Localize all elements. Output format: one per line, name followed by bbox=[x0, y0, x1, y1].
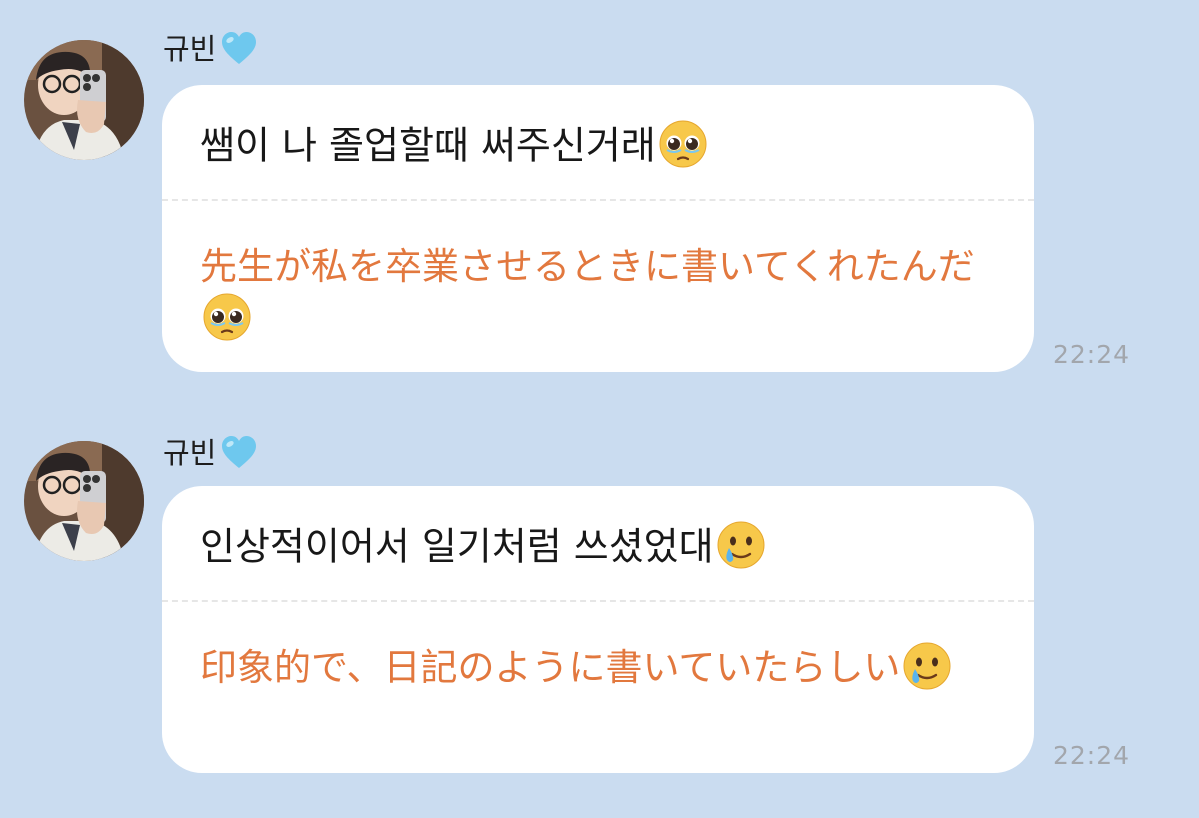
message-bubble[interactable]: 쌤이 나 졸업할때 써주신거래 先生が私を卒業させるときに書いてくれたんだ bbox=[162, 85, 1034, 372]
message-text: 인상적이어서 일기처럼 쓰셨었대 bbox=[200, 521, 766, 574]
avatar[interactable] bbox=[24, 40, 144, 160]
message-time: 22:24 bbox=[1053, 340, 1131, 369]
translation-text-content: 印象的で、日記のように書いていたらしい bbox=[200, 646, 901, 689]
message-time: 22:24 bbox=[1053, 741, 1131, 770]
message-text-content: 쌤이 나 졸업할때 써주신거래 bbox=[200, 123, 656, 168]
translation-text-content: 先生が私を卒業させるときに書いてくれたんだ bbox=[200, 245, 975, 288]
sender-name: 규빈 bbox=[163, 435, 217, 470]
message-bubble[interactable]: 인상적이어서 일기처럼 쓰셨었대 印象的で、日記のように書いていたらしい bbox=[162, 486, 1034, 773]
smiling-face-with-tear-icon bbox=[902, 641, 952, 691]
pleading-face-icon bbox=[202, 292, 252, 342]
message-text-content: 인상적이어서 일기처럼 쓰셨었대 bbox=[200, 524, 714, 569]
message-text: 쌤이 나 졸업할때 써주신거래 bbox=[200, 120, 708, 173]
smiling-face-with-tear-icon bbox=[716, 520, 766, 570]
light-blue-heart-icon bbox=[220, 30, 258, 68]
sender: 규빈 bbox=[163, 27, 258, 71]
light-blue-heart-icon bbox=[220, 434, 258, 472]
sender-name: 규빈 bbox=[163, 31, 217, 66]
avatar[interactable] bbox=[24, 441, 144, 561]
translation-text: 先生が私を卒業させるときに書いてくれたんだ bbox=[200, 241, 1000, 346]
translation-text: 印象的で、日記のように書いていたらしい bbox=[200, 642, 1000, 695]
divider bbox=[162, 600, 1034, 602]
divider bbox=[162, 199, 1034, 201]
sender: 규빈 bbox=[163, 431, 258, 475]
pleading-face-icon bbox=[658, 119, 708, 169]
